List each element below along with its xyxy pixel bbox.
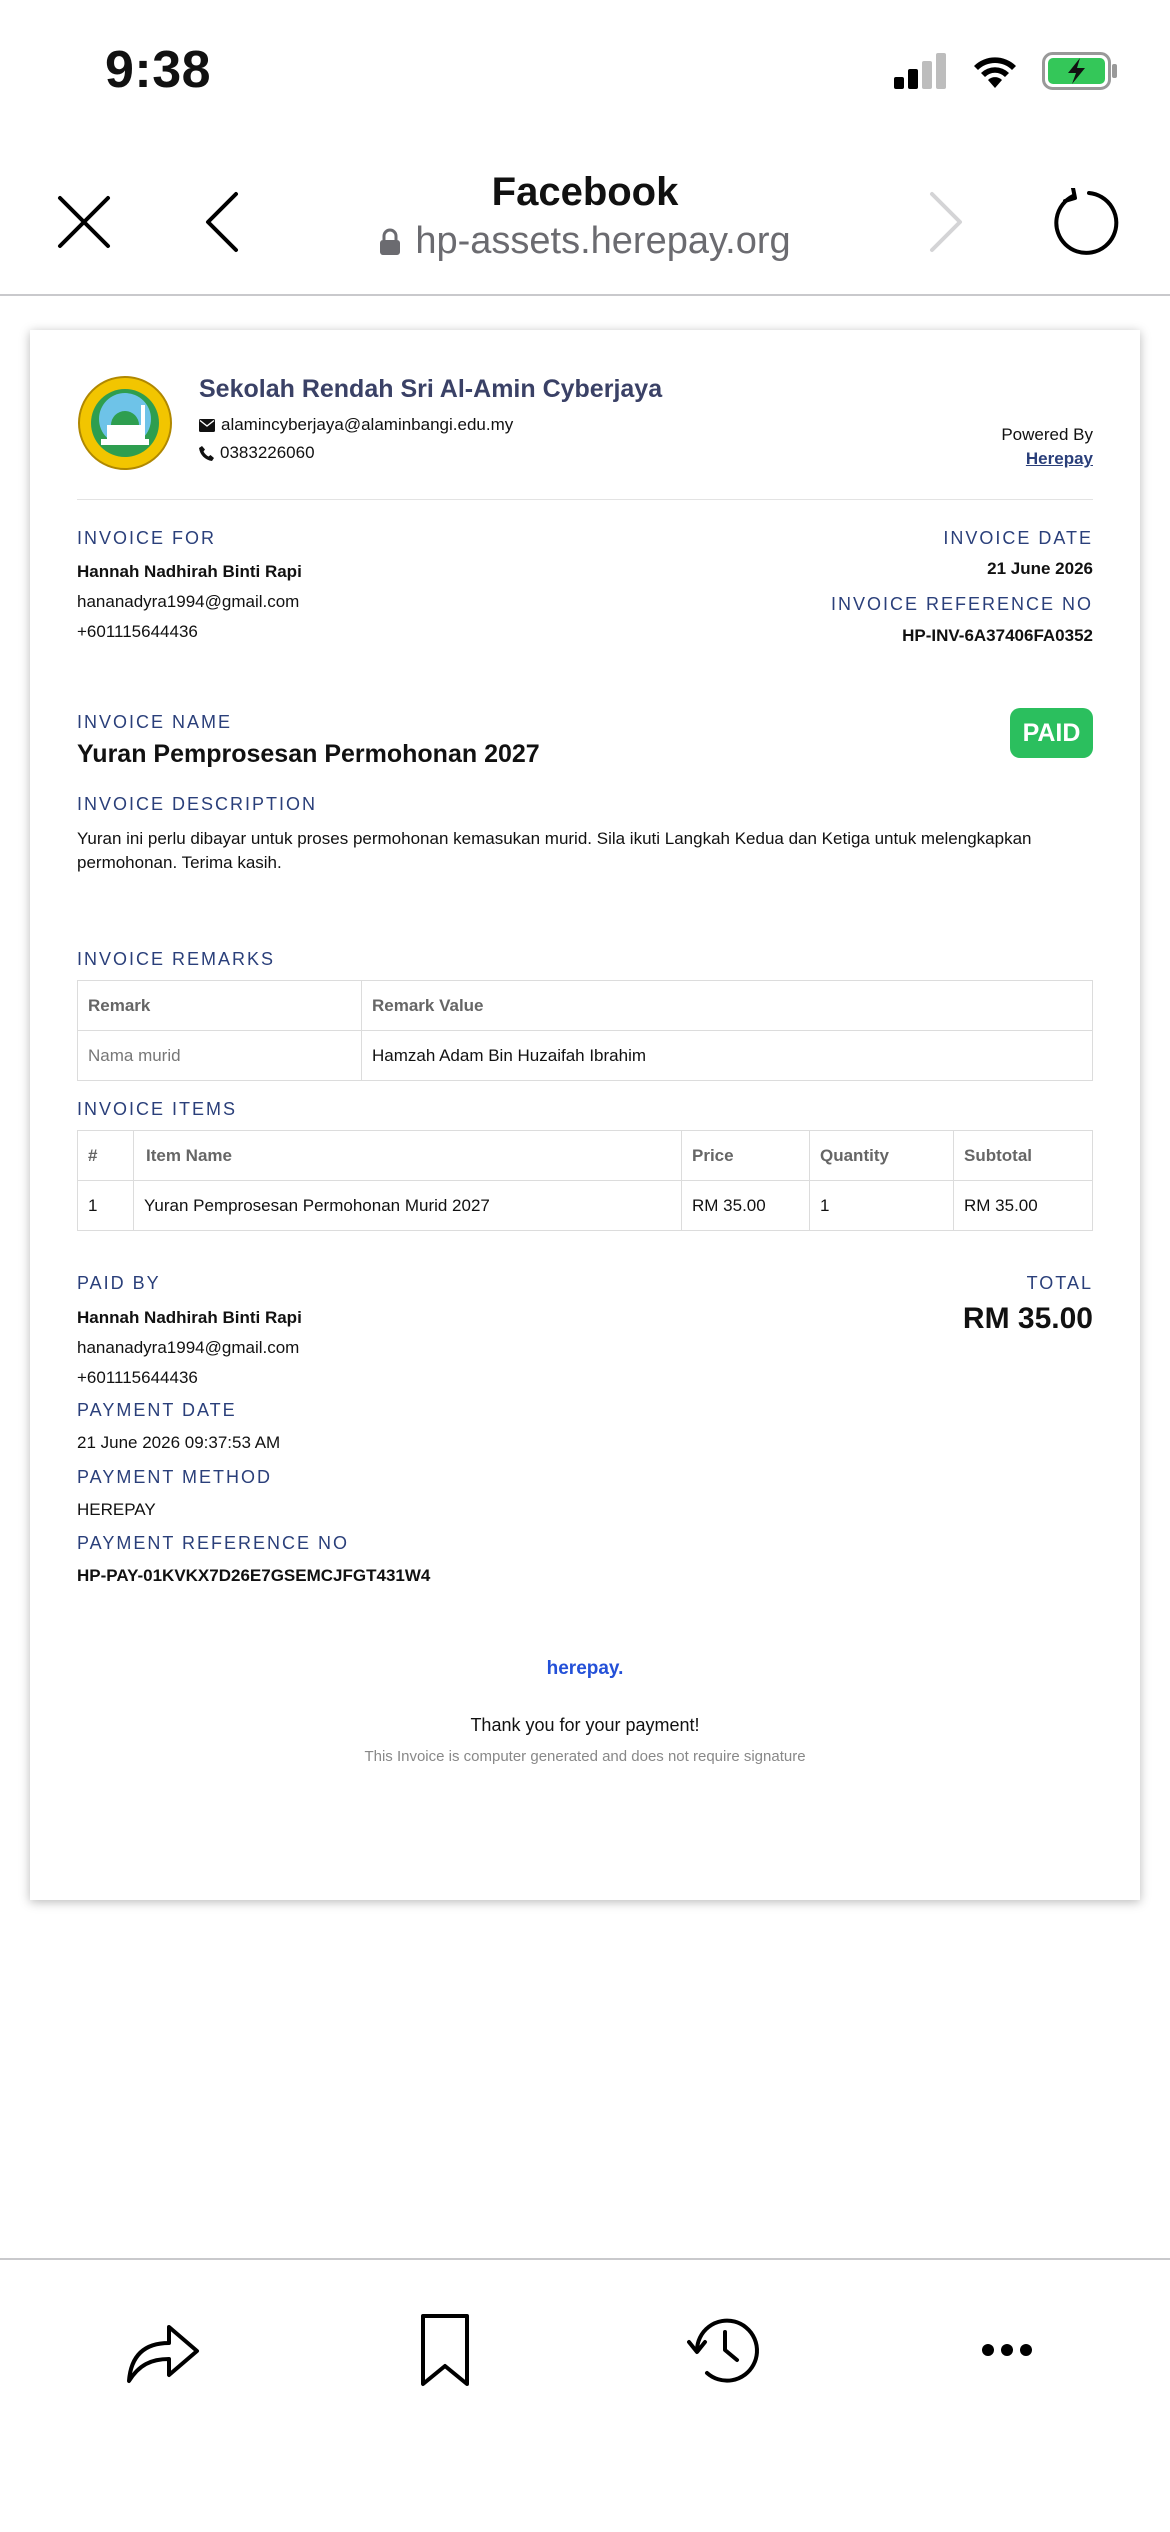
computer-generated-note: This Invoice is computer generated and d… bbox=[364, 1748, 806, 1765]
items-header-cell: Quantity bbox=[809, 1130, 954, 1181]
phone-icon bbox=[199, 445, 214, 461]
item-number: 1 bbox=[77, 1180, 134, 1231]
school-name: Sekolah Rendah Sri Al-Amin Cyberjaya bbox=[199, 375, 663, 403]
browser-toolbar bbox=[0, 2258, 1170, 2532]
payment-method: HEREPAY bbox=[77, 1500, 156, 1519]
invoice-for-name: Hannah Nadhirah Binti Rapi bbox=[77, 562, 302, 581]
paid-by-phone: +601115644436 bbox=[77, 1368, 198, 1387]
thank-you-text: Thank you for your payment! bbox=[470, 1715, 700, 1735]
history-icon bbox=[687, 2318, 759, 2383]
item-quantity: 1 bbox=[809, 1180, 954, 1231]
bookmark-icon bbox=[421, 2314, 469, 2386]
chevron-right-icon bbox=[930, 192, 962, 252]
lock-icon bbox=[380, 228, 401, 255]
invoice-date: 21 June 2026 bbox=[987, 559, 1093, 578]
remark-key: Nama murid bbox=[77, 1030, 362, 1081]
school-phone-text[interactable]: 0383226060 bbox=[220, 443, 315, 463]
invoice-for-email: hananadyra1994@gmail.com bbox=[77, 592, 300, 611]
reload-button[interactable] bbox=[1045, 182, 1125, 262]
more-button[interactable] bbox=[962, 2305, 1052, 2395]
school-phone: 0383226060 bbox=[199, 443, 315, 463]
item-name: Yuran Pemprosesan Permohonan Murid 2027 bbox=[133, 1180, 682, 1231]
invoice-name-label: INVOICE NAME bbox=[77, 712, 233, 732]
invoice-name: Yuran Pemprosesan Permohonan 2027 bbox=[77, 740, 540, 768]
page-title: Facebook bbox=[491, 170, 679, 214]
items-header-cell: Item Name bbox=[133, 1130, 682, 1181]
table-row: Nama murid Hamzah Adam Bin Huzaifah Ibra… bbox=[77, 1030, 1093, 1081]
invoice-remarks-label: INVOICE REMARKS bbox=[77, 949, 276, 969]
table-row: 1 Yuran Pemprosesan Permohonan Murid 202… bbox=[77, 1180, 1093, 1231]
herepay-logo: herepay. bbox=[546, 1658, 624, 1679]
envelope-icon bbox=[199, 418, 215, 432]
powered-by: Powered By Herepay bbox=[1001, 425, 1093, 469]
payment-date-label: PAYMENT DATE bbox=[77, 1400, 237, 1420]
invoice-items-label: INVOICE ITEMS bbox=[77, 1099, 238, 1119]
remarks-header-row: Remark Remark Value bbox=[77, 980, 1093, 1031]
invoice-ref: HP-INV-6A37406FA0352 bbox=[902, 626, 1093, 645]
paid-by-label: PAID BY bbox=[77, 1273, 161, 1293]
cellular-signal-icon bbox=[894, 53, 946, 89]
items-header-cell: # bbox=[77, 1130, 134, 1181]
invoice-for-label: INVOICE FOR bbox=[77, 528, 217, 548]
total-amount: RM 35.00 bbox=[962, 1302, 1093, 1335]
remarks-header-cell: Remark bbox=[77, 980, 362, 1031]
paid-by-email: hananadyra1994@gmail.com bbox=[77, 1338, 300, 1357]
battery-charging-icon bbox=[1042, 52, 1117, 90]
payment-ref: HP-PAY-01KVKX7D26E7GSEMCJFGT431W4 bbox=[77, 1566, 431, 1585]
items-header-cell: Price bbox=[681, 1130, 810, 1181]
school-email-text[interactable]: alamincyberjaya@alaminbangi.edu.my bbox=[221, 415, 513, 435]
payment-method-label: PAYMENT METHOD bbox=[77, 1467, 273, 1487]
wifi-icon bbox=[974, 57, 1016, 88]
web-content: Sekolah Rendah Sri Al-Amin Cyberjaya ala… bbox=[0, 298, 1170, 2258]
status-icons bbox=[894, 52, 1118, 90]
total-label: TOTAL bbox=[1026, 1273, 1093, 1293]
powered-by-label: Powered By bbox=[1001, 425, 1093, 444]
paid-status-badge: PAID bbox=[1010, 708, 1093, 758]
more-icon bbox=[982, 2344, 1032, 2356]
items-table: # Item Name Price Quantity Subtotal 1 Yu… bbox=[77, 1130, 1093, 1231]
forward-button[interactable] bbox=[906, 182, 986, 262]
payment-date: 21 June 2026 09:37:53 AM bbox=[77, 1433, 281, 1452]
remark-value: Hamzah Adam Bin Huzaifah Ibrahim bbox=[361, 1030, 1093, 1081]
invoice-description: Yuran ini perlu dibayar untuk proses per… bbox=[77, 829, 1032, 872]
url-text: hp-assets.herepay.org bbox=[415, 220, 791, 262]
item-price: RM 35.00 bbox=[681, 1180, 810, 1231]
invoice-for-phone: +601115644436 bbox=[77, 622, 198, 641]
status-bar: 9:38 bbox=[0, 0, 1170, 150]
share-button[interactable] bbox=[118, 2305, 208, 2395]
invoice-date-label: INVOICE DATE bbox=[943, 528, 1093, 548]
school-email: alamincyberjaya@alaminbangi.edu.my bbox=[199, 415, 513, 435]
remarks-table: Remark Remark Value Nama murid Hamzah Ad… bbox=[77, 980, 1093, 1081]
reload-icon bbox=[1054, 188, 1119, 255]
remarks-header-cell: Remark Value bbox=[361, 980, 1093, 1031]
herepay-link[interactable]: Herepay bbox=[1001, 449, 1093, 469]
paid-by-name: Hannah Nadhirah Binti Rapi bbox=[77, 1308, 302, 1327]
school-header: Sekolah Rendah Sri Al-Amin Cyberjaya ala… bbox=[77, 375, 1093, 500]
invoice-description-label: INVOICE DESCRIPTION bbox=[77, 794, 318, 814]
browser-navbar: Facebook hp-assets.herepay.org bbox=[0, 150, 1170, 296]
item-subtotal: RM 35.00 bbox=[953, 1180, 1093, 1231]
school-logo bbox=[78, 376, 172, 470]
items-header-row: # Item Name Price Quantity Subtotal bbox=[77, 1130, 1093, 1181]
history-button[interactable] bbox=[680, 2305, 770, 2395]
invoice-ref-label: INVOICE REFERENCE NO bbox=[830, 594, 1093, 614]
payment-ref-label: PAYMENT REFERENCE NO bbox=[77, 1533, 350, 1553]
share-icon bbox=[127, 2325, 199, 2383]
status-time: 9:38 bbox=[105, 41, 212, 99]
invoice-card: Sekolah Rendah Sri Al-Amin Cyberjaya ala… bbox=[30, 330, 1140, 1900]
items-header-cell: Subtotal bbox=[953, 1130, 1093, 1181]
url-bar[interactable]: hp-assets.herepay.org bbox=[0, 220, 1170, 263]
bookmark-button[interactable] bbox=[400, 2305, 490, 2395]
